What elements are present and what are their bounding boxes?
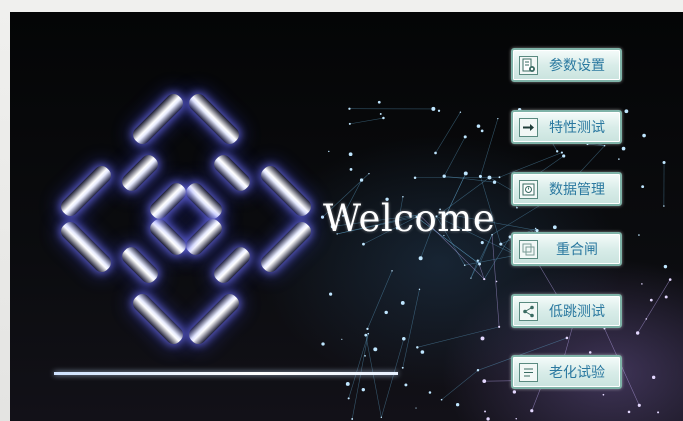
reclose-icon (519, 239, 538, 259)
low-trip-test-button[interactable]: 低跳测试 (511, 294, 622, 328)
characteristic-test-label: 特性测试 (549, 120, 605, 136)
data-management-button[interactable]: 数据管理 (511, 172, 622, 206)
reclose-label: 重合闸 (556, 242, 598, 258)
logo-glow-bar (129, 90, 187, 148)
low-trip-test-label: 低跳测试 (549, 304, 605, 320)
logo-glow-bar (57, 162, 115, 220)
logo-glow-bar (129, 290, 187, 348)
logo-glow-bar (182, 179, 226, 223)
logo-glow-bar (146, 215, 190, 259)
reclose-button[interactable]: 重合闸 (511, 232, 622, 266)
param-settings-label: 参数设置 (549, 58, 605, 74)
data-management-label: 数据管理 (549, 182, 605, 198)
logo-glow-bar (118, 243, 162, 287)
logo-glow-bar (118, 151, 162, 195)
param-settings-button[interactable]: 参数设置 (511, 48, 622, 82)
touch-screen: Welcome 参数设置 特性测试 数据管理 重合闸 低跳测试 老化试验 (10, 12, 683, 421)
logo-glow-bar (185, 290, 243, 348)
logo-glow-bar (210, 151, 254, 195)
logo-glow-bar (257, 162, 315, 220)
aging-test-button[interactable]: 老化试验 (511, 355, 622, 389)
arrow-right-icon (519, 117, 538, 137)
welcome-text: Welcome (323, 197, 496, 240)
logo-glow-bar (57, 218, 115, 276)
characteristic-test-button[interactable]: 特性测试 (511, 110, 622, 144)
data-clock-icon (519, 179, 538, 199)
aging-test-label: 老化试验 (549, 365, 605, 381)
logo-glow-bar (146, 179, 190, 223)
settings-document-icon (519, 55, 538, 75)
logo-glow-bar (257, 218, 315, 276)
logo-glow-bar (185, 90, 243, 148)
logo-glow-bar (210, 243, 254, 287)
list-icon (519, 362, 538, 382)
loading-progress-line (54, 372, 398, 375)
logo-glow-bar (182, 215, 226, 259)
share-nodes-icon (519, 301, 538, 321)
